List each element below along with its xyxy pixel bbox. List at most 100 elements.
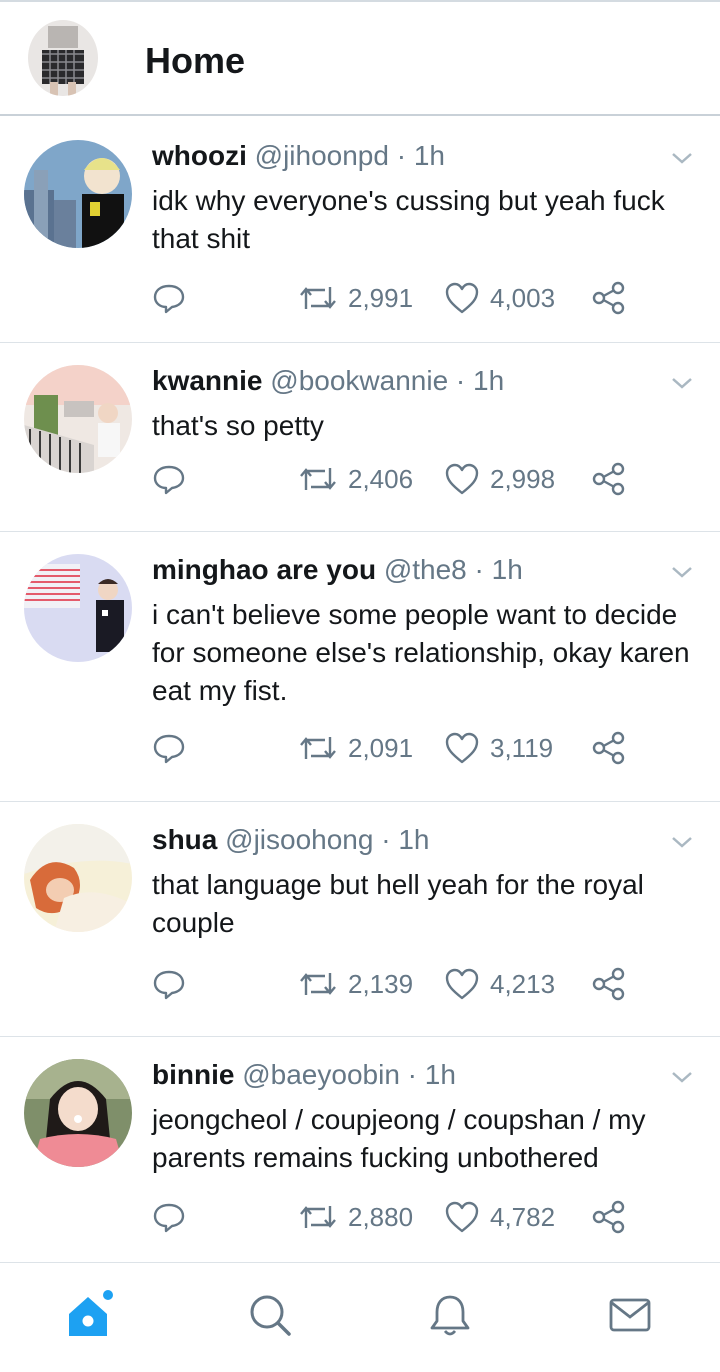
reply-icon [153,465,185,495]
share-button[interactable] [592,730,626,766]
tweet-header: whoozi @jihoonpd · 1h [152,140,445,172]
retweet-button[interactable]: 2,406 [298,461,413,497]
retweet-count: 2,991 [348,282,414,313]
retweet-count: 2,139 [348,968,414,999]
bottom-navigation [0,1262,720,1372]
separator: · [396,140,407,171]
tweet[interactable]: shua @jisoohong · 1h that language but h… [0,802,720,1037]
tweet[interactable]: minghao are you @the8 · 1h i can't belie… [0,532,720,802]
share-icon [592,281,625,315]
author-handle[interactable]: @baeyoobin [242,1059,400,1090]
retweet-button[interactable]: 2,880 [298,1199,413,1235]
share-button[interactable] [592,461,626,497]
retweet-icon [300,468,336,490]
reply-button[interactable] [152,730,186,766]
retweet-button[interactable]: 2,991 [298,280,413,316]
reply-icon [153,284,185,314]
retweet-button[interactable]: 2,139 [298,966,413,1002]
messages-icon [609,1298,651,1332]
nav-messages[interactable] [600,1285,660,1345]
author-handle[interactable]: @bookwannie [270,365,448,396]
avatar[interactable] [24,824,132,932]
share-icon [592,1200,625,1234]
tweet-header: shua @jisoohong · 1h [152,824,430,856]
heart-icon [445,1201,479,1233]
tweet-actions: 2,991 4,003 [152,280,632,316]
tweet-header: minghao are you @the8 · 1h [152,554,523,586]
avatar[interactable] [24,1059,132,1167]
like-count: 4,213 [490,968,556,999]
share-icon [592,967,625,1001]
chevron-down-icon[interactable] [670,150,694,166]
separator: · [407,1059,417,1090]
share-icon [592,462,625,496]
reply-button[interactable] [152,280,186,316]
timeline-feed: whoozi @jihoonpd · 1h idk why everyone's… [0,118,720,1261]
separator: · [381,824,391,855]
separator: · [455,365,466,396]
tweet[interactable]: kwannie @bookwannie · 1h that's so petty… [0,343,720,532]
notifications-icon [430,1295,470,1336]
share-button[interactable] [592,966,626,1002]
like-count: 4,782 [490,1201,556,1232]
author-name[interactable]: shua [152,824,217,855]
tweet-text: i can't believe some people want to deci… [152,599,690,706]
author-name[interactable]: minghao are you [152,554,376,585]
retweet-icon [300,1206,336,1228]
nav-notifications[interactable] [420,1285,480,1345]
page-title: Home [145,40,246,81]
timestamp: 1h [491,554,523,585]
tweet-text: idk why everyone's cussing but yeah fuck… [152,185,665,254]
chevron-down-icon[interactable] [670,1069,694,1085]
retweet-icon [300,287,336,309]
like-button[interactable]: 3,119 [444,730,553,766]
share-button[interactable] [592,1199,626,1235]
reply-button[interactable] [152,1199,186,1235]
like-button[interactable]: 4,003 [444,280,555,316]
retweet-button[interactable]: 2,091 [298,730,413,766]
like-count: 2,998 [490,463,556,494]
chevron-down-icon[interactable] [670,375,694,391]
author-handle[interactable]: @the8 [384,554,467,585]
retweet-count: 2,091 [348,732,414,763]
reply-button[interactable] [152,966,186,1002]
share-button[interactable] [592,280,626,316]
tweet[interactable]: binnie @baeyoobin · 1h jeongcheol / coup… [0,1037,720,1261]
chevron-down-icon[interactable] [670,564,694,580]
reply-icon [153,970,185,1000]
tweet[interactable]: whoozi @jihoonpd · 1h idk why everyone's… [0,118,720,343]
author-handle[interactable]: @jisoohong [225,824,373,855]
tweet-text: that's so petty [152,410,324,441]
search-icon [250,1295,291,1336]
reply-button[interactable] [152,461,186,497]
timestamp: 1h [473,365,505,396]
reply-icon [153,1203,185,1233]
tweet-actions: 2,880 4,782 [152,1199,632,1235]
retweet-icon [300,737,336,759]
retweet-count: 2,406 [348,463,414,494]
retweet-icon [300,973,336,995]
author-name[interactable]: kwannie [152,365,262,396]
heart-icon [445,732,479,764]
author-name[interactable]: whoozi [152,140,247,171]
like-button[interactable]: 2,998 [444,461,555,497]
tweet-actions: 2,406 2,998 [152,461,632,497]
avatar[interactable] [24,554,132,662]
author-handle[interactable]: @jihoonpd [255,140,389,171]
like-button[interactable]: 4,213 [444,966,555,1002]
nav-search[interactable] [240,1285,300,1345]
chevron-down-icon[interactable] [670,834,694,850]
heart-icon [445,463,479,495]
like-count: 3,119 [490,732,554,763]
tweet-header: kwannie @bookwannie · 1h [152,365,504,397]
like-button[interactable]: 4,782 [444,1199,555,1235]
profile-avatar-icon[interactable] [28,20,98,96]
author-name[interactable]: binnie [152,1059,234,1090]
retweet-count: 2,880 [348,1201,414,1232]
tweet-text: jeongcheol / coupjeong / coupshan / my p… [152,1104,646,1173]
nav-home[interactable] [60,1285,120,1345]
avatar[interactable] [24,365,132,473]
timestamp: 1h [413,140,446,171]
avatar[interactable] [24,140,132,248]
tweet-text: that language but hell yeah for the roya… [152,869,644,938]
